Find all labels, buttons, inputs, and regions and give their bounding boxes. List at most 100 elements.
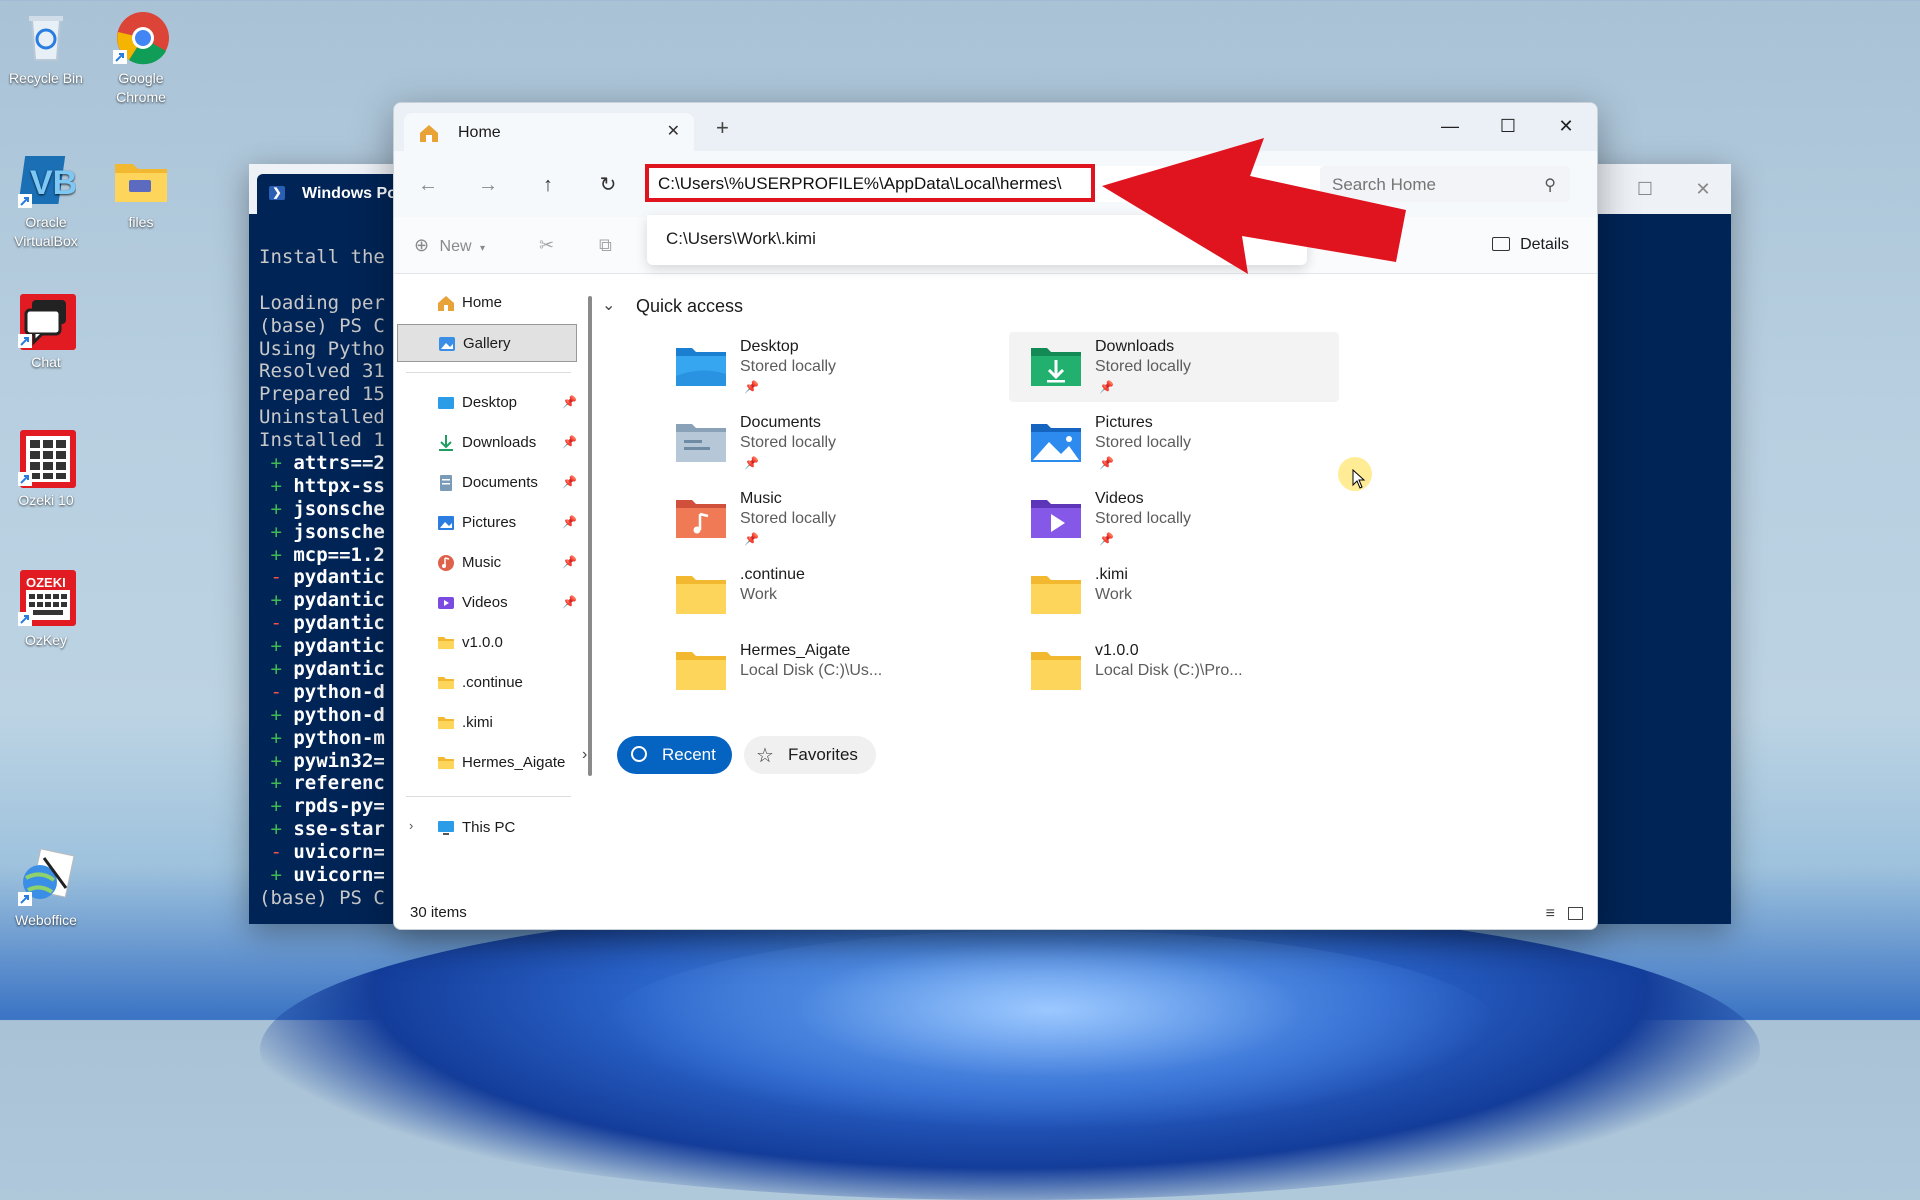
- tab-home[interactable]: Home ✕: [404, 113, 694, 151]
- sidebar-item-kimi[interactable]: .kimi: [397, 704, 577, 742]
- favorites-button[interactable]: ☆ Favorites: [744, 736, 876, 774]
- desktop-icon-label: OzKey: [24, 632, 67, 648]
- download-folder-icon: [1029, 344, 1083, 388]
- ozkey-badge-text: OZEKI: [26, 575, 66, 590]
- folder-name: .continue: [740, 566, 805, 583]
- folder-downloads[interactable]: Downloads Stored locally 📌: [1009, 332, 1339, 402]
- sidebar-item-documents[interactable]: Documents 📌: [397, 464, 577, 502]
- close-icon[interactable]: ✕: [1683, 174, 1723, 204]
- star-icon: ☆: [756, 745, 774, 767]
- sidebar-item-videos[interactable]: Videos 📌: [397, 584, 577, 622]
- sidebar-item-downloads[interactable]: Downloads 📌: [397, 424, 577, 462]
- status-bar: 30 items ≡: [394, 899, 1597, 929]
- powershell-tab[interactable]: ❯ Windows Po: [257, 174, 403, 214]
- terminal-text: Uninstalled: [259, 406, 385, 429]
- file-explorer-window[interactable]: Home ✕ + — ☐ ✕ ← → ↑ ↻ ⚲ C:\Users\Work\.…: [393, 102, 1598, 930]
- sidebar-item-pictures[interactable]: Pictures 📌: [397, 504, 577, 542]
- pin-icon: 📌: [744, 532, 759, 546]
- back-arrow-icon[interactable]: ←: [414, 171, 442, 199]
- details-button[interactable]: Details: [1492, 235, 1569, 254]
- folder-name: Documents: [740, 414, 821, 431]
- maximize-icon[interactable]: ☐: [1485, 109, 1531, 143]
- sidebar-item-v1-0-0[interactable]: v1.0.0: [397, 624, 577, 662]
- details-pane-icon: [1492, 237, 1511, 251]
- desktop-icon-ozkey[interactable]: OZEKI OzKey: [0, 568, 92, 650]
- desktop-icon-ozeki-10[interactable]: Ozeki 10: [0, 428, 92, 510]
- folder-location: Stored locally: [1095, 434, 1192, 451]
- terminal-line: + referenc: [259, 772, 384, 795]
- forward-arrow-icon[interactable]: →: [474, 171, 502, 199]
- sidebar-item-home[interactable]: Home: [397, 284, 577, 322]
- terminal-line: + pywin32=: [259, 750, 384, 773]
- folder-continue[interactable]: .continue Work: [654, 560, 984, 630]
- desktop-icon-chat[interactable]: Chat: [0, 290, 92, 372]
- terminal-text: (base) PS C: [259, 886, 385, 909]
- close-tab-icon[interactable]: ✕: [667, 121, 680, 141]
- folder-location: Stored locally: [740, 358, 837, 375]
- pin-icon: 📌: [562, 515, 577, 529]
- folder-music[interactable]: Music Stored locally 📌: [654, 484, 984, 554]
- desktop-icon-weboffice[interactable]: Weboffice: [0, 848, 92, 930]
- documents-icon: [437, 474, 455, 492]
- sidebar-item-label: This PC: [462, 819, 516, 836]
- maximize-icon[interactable]: ☐: [1625, 174, 1665, 204]
- sidebar-item-hermes-aigate[interactable]: Hermes_Aigate: [397, 744, 577, 782]
- desktop-icon-google-chrome[interactable]: Google Chrome: [95, 6, 187, 107]
- up-arrow-icon[interactable]: ↑: [534, 171, 562, 199]
- terminal-line: + attrs==2: [259, 452, 384, 475]
- copy-icon[interactable]: ⧉: [599, 235, 612, 256]
- cut-icon[interactable]: ✂: [539, 235, 554, 256]
- folder-pictures[interactable]: Pictures Stored locally 📌: [1009, 408, 1339, 478]
- added-marker: +: [259, 658, 294, 681]
- refresh-icon[interactable]: ↻: [594, 171, 622, 199]
- terminal-line: + pydantic: [259, 658, 384, 681]
- folder-desktop[interactable]: Desktop Stored locally 📌: [654, 332, 984, 402]
- new-button[interactable]: ⊕ New ▾: [414, 235, 485, 256]
- terminal-line: + rpds-py=: [259, 795, 384, 818]
- terminal-line: (base) PS C: [259, 315, 385, 338]
- folder-hermes-aigate[interactable]: Hermes_Aigate Local Disk (C:)\Us...: [654, 636, 984, 706]
- terminal-line: Prepared 15: [259, 383, 385, 406]
- folder-kimi[interactable]: .kimi Work: [1009, 560, 1339, 630]
- quick-access-header[interactable]: ⌄ Quick access: [602, 296, 743, 317]
- desktop-icon-files[interactable]: files: [95, 150, 187, 232]
- music-icon: [437, 554, 455, 572]
- terminal-text: Installed 1: [259, 429, 385, 452]
- new-tab-button[interactable]: +: [716, 115, 729, 141]
- address-bar[interactable]: [645, 164, 1095, 202]
- sidebar-item-gallery[interactable]: Gallery: [397, 324, 577, 362]
- pin-icon: 📌: [1099, 456, 1114, 470]
- desktop-icon-oracle-virtualbox[interactable]: VB Oracle VirtualBox: [0, 150, 92, 251]
- desktop-icon-label: Weboffice: [15, 912, 77, 928]
- close-window-icon[interactable]: ✕: [1543, 109, 1589, 143]
- added-marker: +: [259, 703, 294, 726]
- pin-icon: 📌: [562, 435, 577, 449]
- pictures-folder-icon: [1029, 420, 1083, 464]
- sidebar-item-music[interactable]: Music 📌: [397, 544, 577, 582]
- desktop-icon-label: Recycle Bin: [9, 70, 83, 86]
- home-icon: [437, 294, 455, 312]
- list-view-icon[interactable]: ≡: [1546, 905, 1555, 923]
- folder-videos[interactable]: Videos Stored locally 📌: [1009, 484, 1339, 554]
- recent-button[interactable]: Recent: [617, 736, 732, 774]
- chevron-down-icon[interactable]: ⌄: [602, 295, 615, 315]
- sidebar-item-desktop[interactable]: Desktop 📌: [397, 384, 577, 422]
- desktop-icon-recycle-bin[interactable]: Recycle Bin: [0, 6, 92, 88]
- removed-marker: -: [259, 680, 294, 703]
- address-input[interactable]: [649, 168, 1090, 200]
- minimize-icon[interactable]: —: [1427, 109, 1473, 143]
- terminal-line: + python-m: [259, 727, 384, 750]
- pin-icon: 📌: [744, 456, 759, 470]
- folder-name: Desktop: [740, 338, 799, 355]
- desktop-icon-label: Ozeki 10: [18, 492, 74, 508]
- chevron-right-icon[interactable]: ›: [582, 746, 587, 764]
- folder-v1-0-0[interactable]: v1.0.0 Local Disk (C:)\Pro...: [1009, 636, 1339, 706]
- tiles-view-icon[interactable]: [1568, 907, 1583, 920]
- sidebar-item-this-pc[interactable]: › This PC: [397, 809, 577, 847]
- sidebar-scrollbar[interactable]: [588, 296, 592, 776]
- folder-documents[interactable]: Documents Stored locally 📌: [654, 408, 984, 478]
- terminal-line: Resolved 31: [259, 360, 385, 383]
- added-marker: +: [259, 543, 294, 566]
- sidebar-item-continue[interactable]: .continue: [397, 664, 577, 702]
- sidebar-item-label: Home: [462, 294, 503, 311]
